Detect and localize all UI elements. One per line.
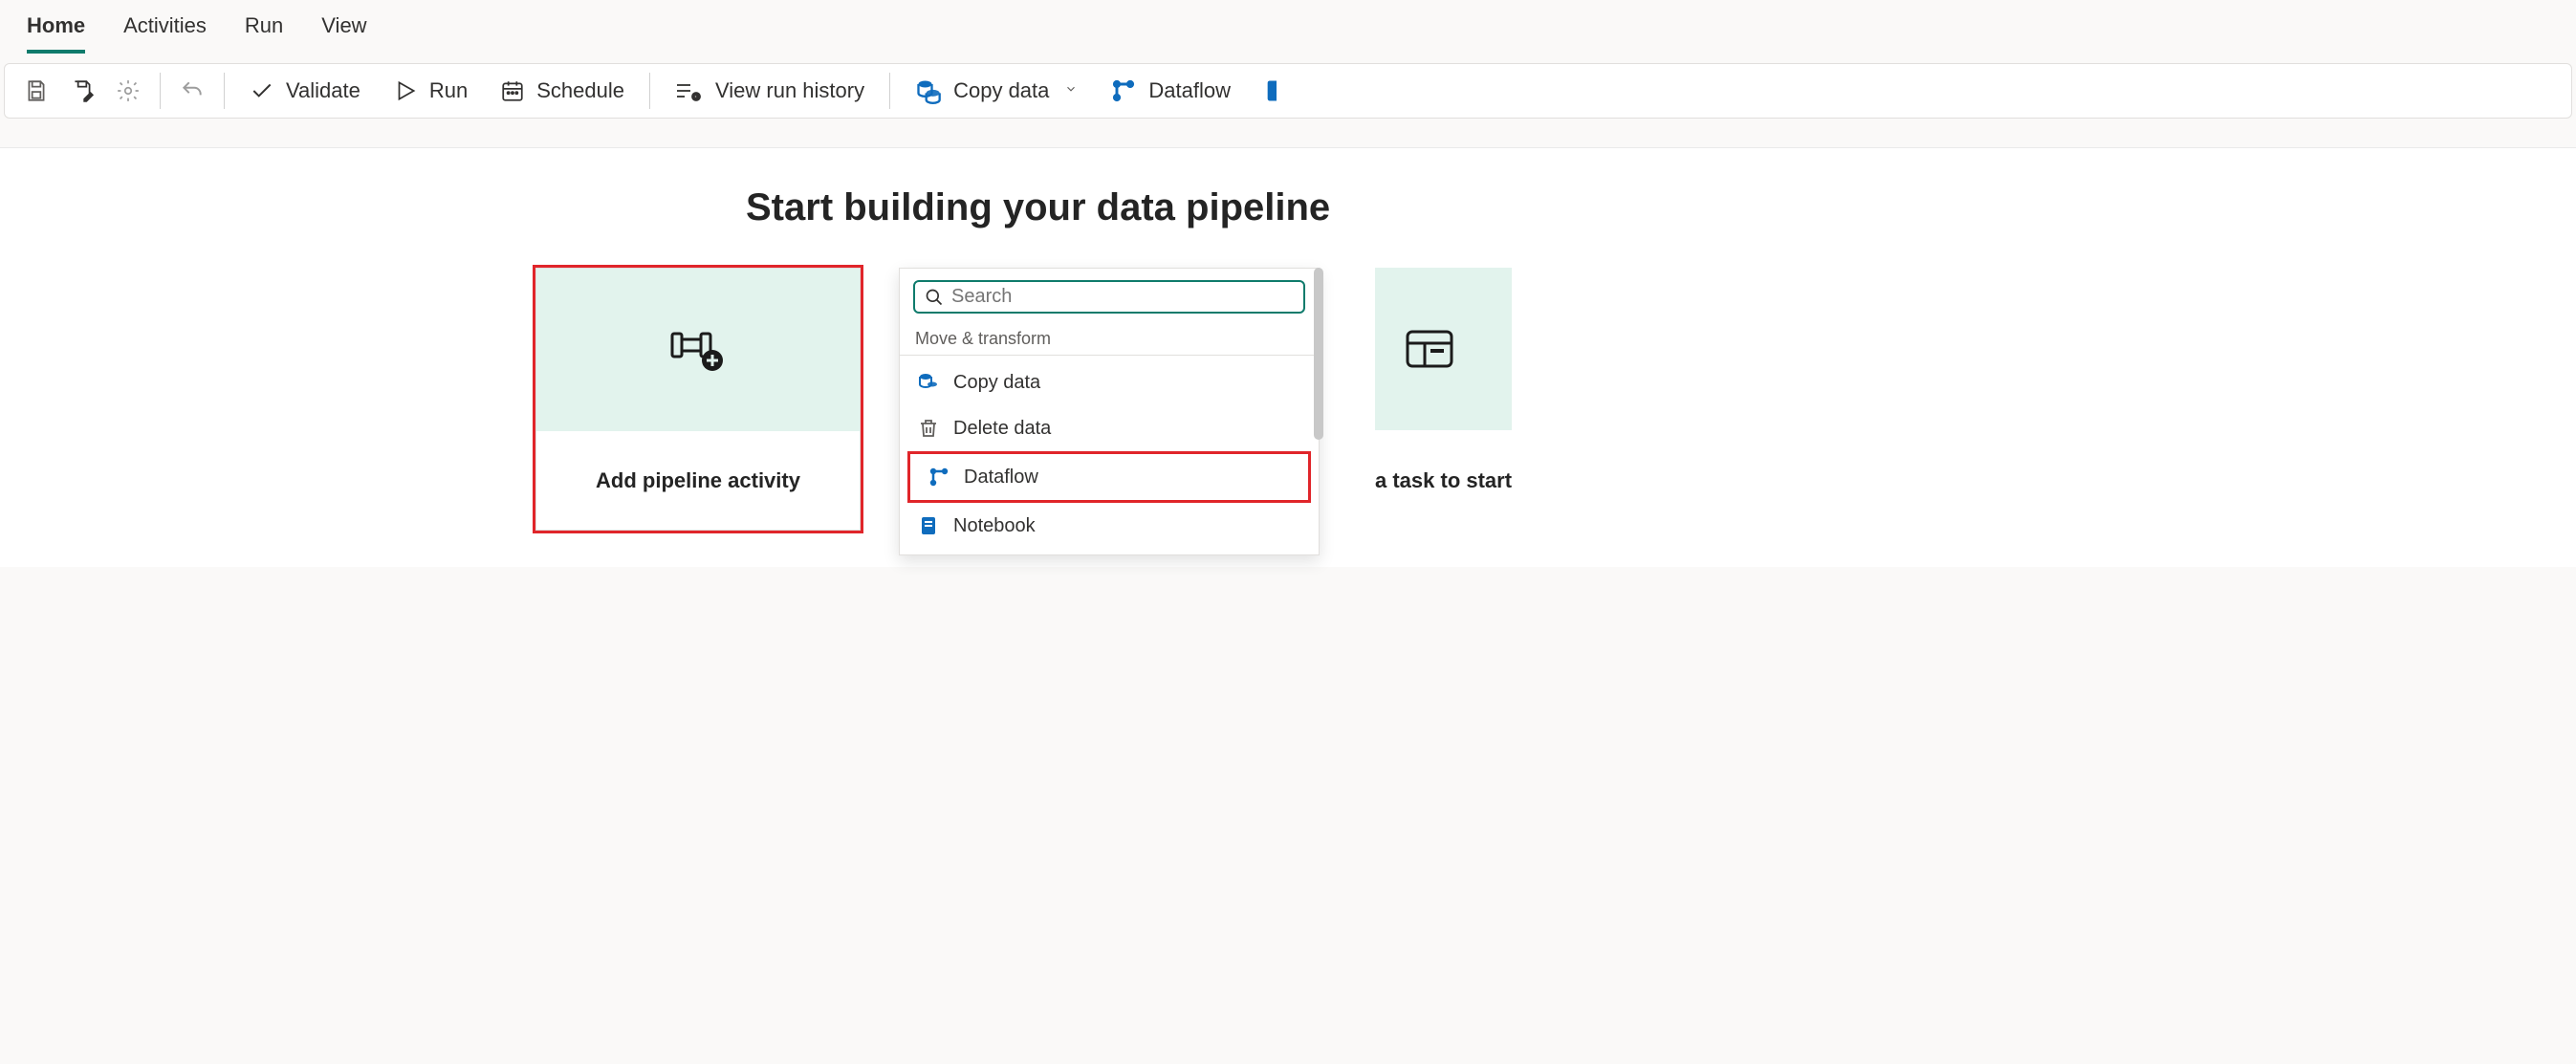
card-label: Add pipeline activity bbox=[536, 431, 860, 530]
save-icon bbox=[24, 78, 49, 103]
card-label: a task to start bbox=[1375, 430, 1512, 531]
run-button[interactable]: Run bbox=[380, 73, 481, 109]
save-pencil-icon bbox=[70, 78, 95, 103]
dropdown-item-delete-data[interactable]: Delete data bbox=[900, 405, 1319, 451]
dropdown-item-notebook[interactable]: Notebook bbox=[900, 503, 1319, 549]
trash-icon bbox=[917, 417, 940, 440]
undo-button[interactable] bbox=[172, 73, 212, 109]
dataflow-button[interactable]: Dataflow bbox=[1097, 72, 1244, 110]
play-icon bbox=[393, 78, 418, 103]
search-icon bbox=[925, 288, 944, 307]
gear-icon bbox=[116, 78, 141, 103]
copy-data-label: Copy data bbox=[953, 78, 1049, 103]
toolbar-separator bbox=[160, 73, 161, 109]
dropdown-section-header: Move & transform bbox=[900, 323, 1319, 356]
database-icon bbox=[915, 77, 942, 104]
tab-run[interactable]: Run bbox=[245, 13, 283, 54]
database-icon bbox=[917, 371, 940, 394]
dropdown-item-label: Dataflow bbox=[964, 467, 1038, 489]
history-icon bbox=[675, 79, 704, 102]
card-illustration bbox=[1375, 268, 1512, 430]
activity-dropdown: Move & transform Copy data Delete data bbox=[899, 268, 1320, 555]
dataflow-icon bbox=[1110, 77, 1137, 104]
schedule-button[interactable]: Schedule bbox=[487, 73, 638, 109]
chevron-down-icon bbox=[1064, 82, 1078, 100]
dropdown-item-dataflow[interactable]: Dataflow bbox=[907, 451, 1311, 503]
view-run-history-button[interactable]: View run history bbox=[662, 73, 878, 109]
dropdown-item-label: Notebook bbox=[953, 515, 1036, 537]
toolbar: Validate Run Schedule View run history C… bbox=[4, 63, 2572, 119]
toolbar-separator bbox=[889, 73, 890, 109]
view-run-history-label: View run history bbox=[715, 78, 864, 103]
add-pipeline-activity-card[interactable]: Add pipeline activity bbox=[535, 268, 861, 531]
notebook-icon bbox=[1263, 77, 1277, 104]
template-icon bbox=[1404, 326, 1455, 372]
check-icon bbox=[250, 78, 274, 103]
activity-dropdown-wrap: Move & transform Copy data Delete data bbox=[899, 268, 1320, 555]
dropdown-item-copy-data[interactable]: Copy data bbox=[900, 359, 1319, 405]
choose-task-card[interactable]: a task to start bbox=[1375, 268, 1512, 531]
tab-activities[interactable]: Activities bbox=[123, 13, 207, 54]
truncated-button[interactable] bbox=[1250, 72, 1277, 110]
notebook-icon bbox=[917, 514, 940, 537]
card-illustration bbox=[536, 269, 860, 431]
settings-button[interactable] bbox=[108, 73, 148, 109]
calendar-icon bbox=[500, 78, 525, 103]
schedule-label: Schedule bbox=[536, 78, 624, 103]
validate-label: Validate bbox=[286, 78, 360, 103]
search-input[interactable] bbox=[951, 286, 1294, 308]
run-label: Run bbox=[429, 78, 468, 103]
dataflow-label: Dataflow bbox=[1148, 78, 1231, 103]
copy-data-button[interactable]: Copy data bbox=[902, 72, 1091, 110]
page-heading: Start building your data pipeline bbox=[746, 186, 2538, 229]
tab-home[interactable]: Home bbox=[27, 13, 85, 54]
dropdown-item-label: Copy data bbox=[953, 372, 1040, 394]
validate-button[interactable]: Validate bbox=[236, 73, 374, 109]
main-canvas: Start building your data pipeline Add pi… bbox=[0, 147, 2576, 567]
tab-view[interactable]: View bbox=[321, 13, 366, 54]
pipeline-add-icon bbox=[668, 326, 728, 374]
scrollbar[interactable] bbox=[1314, 268, 1323, 440]
undo-icon bbox=[180, 78, 205, 103]
save-as-button[interactable] bbox=[62, 73, 102, 109]
cards-row: Add pipeline activity Move & transform C… bbox=[535, 268, 2538, 555]
dropdown-item-label: Delete data bbox=[953, 418, 1051, 440]
ribbon-tabs: Home Activities Run View bbox=[0, 0, 2576, 54]
toolbar-separator bbox=[649, 73, 650, 109]
save-button[interactable] bbox=[16, 73, 56, 109]
search-field[interactable] bbox=[913, 280, 1305, 314]
toolbar-separator bbox=[224, 73, 225, 109]
dataflow-icon bbox=[928, 466, 950, 489]
